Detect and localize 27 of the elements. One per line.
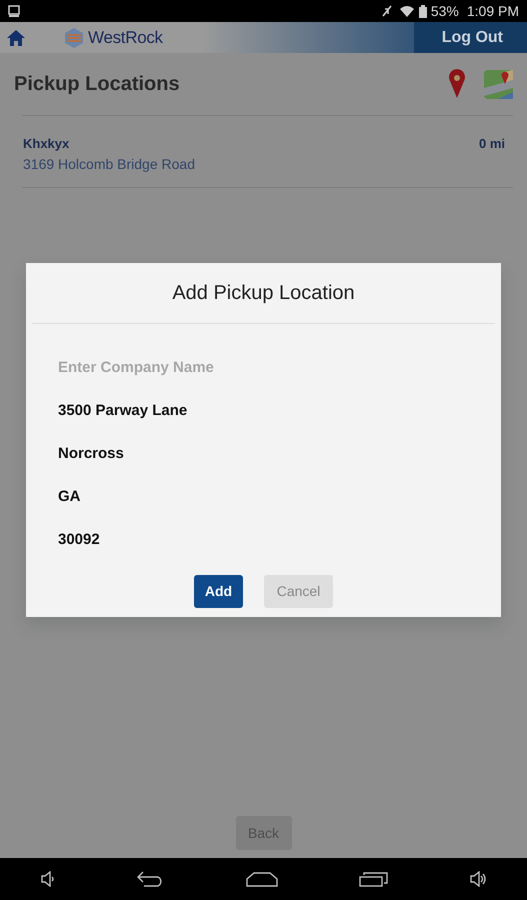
clock: 1:09 PM — [466, 2, 519, 20]
input-field[interactable]: Norcross — [58, 432, 469, 475]
input-field[interactable]: 3500 Parway Lane — [58, 389, 469, 432]
home-icon[interactable] — [246, 871, 278, 887]
battery-percentage: 53% — [430, 2, 459, 20]
volume-up-icon[interactable] — [468, 871, 487, 887]
page-title: Pickup Locations — [14, 72, 181, 97]
log-out-button[interactable]: Log Out — [414, 22, 527, 53]
map-icon[interactable] — [484, 70, 513, 98]
location-name: Khxkyx — [23, 135, 70, 153]
brand-name: WestRock — [88, 26, 163, 49]
input-field[interactable]: 30092 — [58, 518, 469, 561]
recent-apps-icon[interactable] — [358, 871, 389, 887]
location-address: 3169 Holcomb Bridge Road — [23, 154, 196, 174]
wifi-icon — [398, 5, 415, 17]
battery-icon — [418, 4, 427, 18]
dialog-title: Add Pickup Location — [172, 281, 355, 306]
logo-icon — [64, 26, 84, 48]
screen-icon — [8, 5, 20, 17]
volume-down-icon[interactable] — [40, 871, 56, 887]
add-button[interactable]: Add — [194, 575, 243, 608]
input-field[interactable]: Enter Company Name — [58, 346, 469, 389]
input-field[interactable]: GA — [58, 475, 469, 518]
location-distance: 0 mi — [478, 135, 505, 153]
home-icon[interactable] — [6, 28, 26, 46]
map-pin-icon[interactable] — [448, 69, 466, 99]
mute-icon — [380, 4, 393, 18]
